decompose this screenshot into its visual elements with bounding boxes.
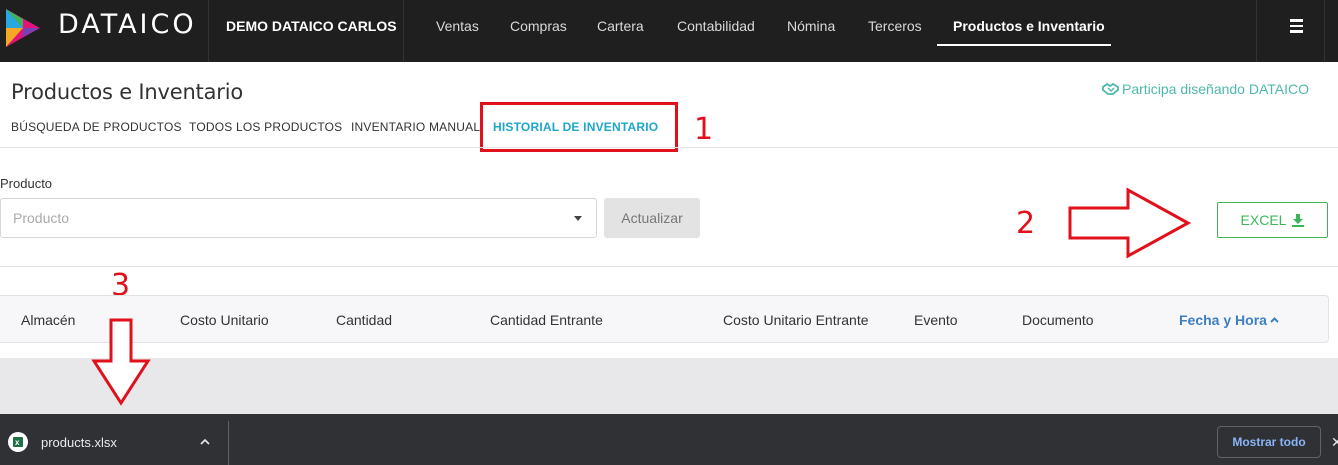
sort-ascending-icon [1270,317,1279,323]
excel-label: EXCEL [1240,212,1287,228]
product-select[interactable]: Producto [0,198,597,238]
annotation-arrow-right-icon [1068,187,1192,259]
tab-todos-productos[interactable]: TODOS LOS PRODUCTOS [189,120,342,134]
svg-text:x: x [15,438,20,447]
brand-name[interactable]: DATAICO [58,9,197,40]
nav-ventas[interactable]: Ventas [436,18,479,34]
column-cantidad-entrante[interactable]: Cantidad Entrante [490,312,603,328]
excel-button[interactable]: EXCEL [1217,202,1328,238]
handshake-icon [1102,83,1119,95]
column-fecha-hora-label: Fecha y Hora [1179,312,1267,328]
scrollbar[interactable] [1324,0,1338,62]
nav-productos-inventario[interactable]: Productos e Inventario [953,18,1105,34]
annotation-number-2: 2 [1016,206,1036,241]
annotation-number-1: 1 [694,112,714,147]
annotation-arrow-down-icon [91,318,151,406]
divider [1256,0,1257,62]
column-documento[interactable]: Documento [1022,312,1094,328]
nav-contabilidad[interactable]: Contabilidad [677,18,755,34]
column-costo-unitario[interactable]: Costo Unitario [180,312,269,328]
nav-cartera[interactable]: Cartera [597,18,644,34]
caret-down-icon [574,216,582,221]
menu-icon[interactable] [1290,19,1304,33]
divider [208,0,209,62]
column-almacen[interactable]: Almacén [21,312,75,328]
divider [403,0,404,62]
page-title: Productos e Inventario [11,80,243,104]
nav-terceros[interactable]: Terceros [868,18,922,34]
annotation-highlight-box [480,102,678,152]
company-name[interactable]: DEMO DATAICO CARLOS [226,18,397,34]
table-body [0,358,1338,414]
excel-file-icon: x [8,432,28,452]
tab-busqueda-productos[interactable]: BÚSQUEDA DE PRODUCTOS [11,120,182,134]
table-header: Almacén Costo Unitario Cantidad Cantidad… [0,295,1329,343]
divider [0,147,1338,148]
participa-label: Participa diseñando DATAICO [1122,81,1310,97]
show-all-button[interactable]: Mostrar todo [1217,426,1321,458]
top-navbar: DATAICO DEMO DATAICO CARLOS Ventas Compr… [0,0,1338,62]
column-fecha-hora[interactable]: Fecha y Hora [1179,312,1279,328]
dataico-logo-icon[interactable] [0,7,46,49]
column-evento[interactable]: Evento [914,312,958,328]
product-placeholder: Producto [13,210,70,226]
product-label: Producto [0,176,53,191]
nav-compras[interactable]: Compras [510,18,567,34]
participa-link[interactable]: Participa diseñando DATAICO [1102,81,1309,97]
divider [228,421,229,465]
download-file-name[interactable]: products.xlsx [41,435,117,450]
tab-inventario-manual[interactable]: INVENTARIO MANUAL [351,120,480,134]
close-icon[interactable]: ✕ [1331,434,1338,451]
update-button[interactable]: Actualizar [604,198,700,238]
active-nav-indicator [937,44,1111,46]
column-cantidad[interactable]: Cantidad [336,312,392,328]
divider [0,266,1338,267]
download-icon [1292,214,1305,227]
chevron-up-icon[interactable] [199,437,211,447]
nav-nomina[interactable]: Nómina [787,18,835,34]
column-costo-unitario-entrante[interactable]: Costo Unitario Entrante [723,312,869,328]
